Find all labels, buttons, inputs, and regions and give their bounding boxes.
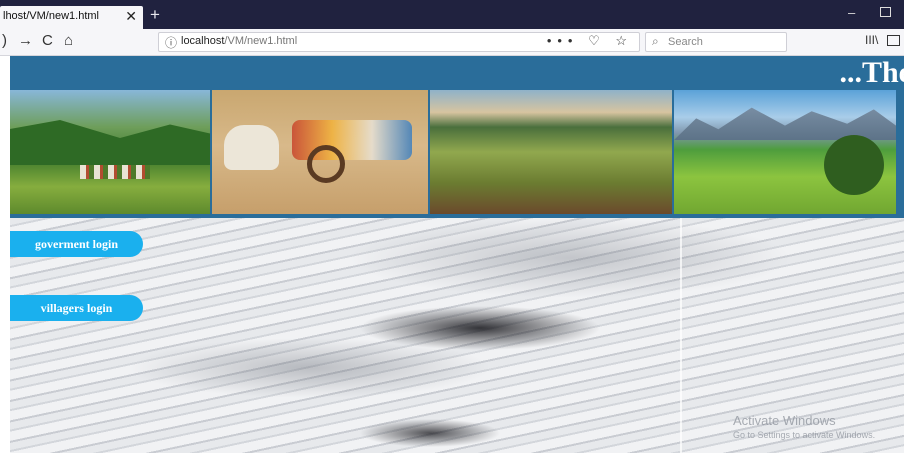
- page-content: ...The goverment login villagers login A…: [10, 56, 904, 453]
- url-path: /VM/new1.html: [224, 35, 298, 47]
- watermark-title: Activate Windows: [733, 413, 836, 428]
- browser-tab[interactable]: lhost/VM/new1.html ✕: [0, 6, 143, 29]
- ox-shape: [224, 125, 279, 170]
- background-seam: [680, 218, 682, 453]
- new-tab-icon[interactable]: +: [150, 5, 160, 25]
- minimize-icon[interactable]: –: [848, 5, 855, 20]
- government-login-button[interactable]: goverment login: [10, 231, 143, 257]
- alpine-meadow-photo: [674, 90, 896, 214]
- activate-windows-watermark: Activate Windows Go to Settings to activ…: [733, 413, 875, 440]
- page-heading: ...The: [839, 56, 904, 89]
- mountain-village-photo: [10, 90, 210, 214]
- hill-shape: [10, 120, 210, 165]
- url-text[interactable]: localhost/VM/new1.html: [181, 35, 297, 47]
- browser-navbar: ) → C ⌂ ⓘ localhost/VM/new1.html ••• ♡ ☆…: [0, 29, 904, 56]
- bullock-cart-photo: [212, 90, 428, 214]
- url-bar[interactable]: ⓘ localhost/VM/new1.html ••• ♡ ☆: [158, 32, 640, 52]
- search-placeholder: Search: [668, 36, 703, 48]
- villagers-login-button[interactable]: villagers login: [10, 295, 143, 321]
- url-host: localhost: [181, 35, 225, 47]
- close-tab-icon[interactable]: ✕: [125, 8, 137, 25]
- search-field[interactable]: ⌕ Search: [645, 32, 787, 52]
- forward-icon[interactable]: →: [18, 32, 33, 49]
- sidebar-icon[interactable]: [887, 35, 900, 46]
- search-icon: ⌕: [652, 34, 659, 48]
- library-icon[interactable]: III\: [865, 33, 878, 47]
- watermark-subtitle: Go to Settings to activate Windows.: [733, 430, 876, 440]
- page-actions-icons[interactable]: ••• ♡ ☆: [547, 33, 633, 49]
- home-icon[interactable]: ⌂: [64, 32, 73, 49]
- cart-wheel: [307, 145, 345, 183]
- tree-shape: [824, 135, 884, 195]
- info-icon[interactable]: ⓘ: [165, 34, 177, 51]
- brushstroke-background: goverment login villagers login Activate…: [10, 218, 904, 453]
- restore-window-icon[interactable]: [880, 7, 891, 17]
- valley-fields-photo: [430, 90, 672, 214]
- tab-title: lhost/VM/new1.html: [3, 10, 99, 22]
- browser-titlebar: lhost/VM/new1.html ✕ + –: [0, 0, 904, 29]
- reload-icon[interactable]: C: [42, 32, 53, 49]
- mountain-range: [674, 107, 896, 140]
- back-partial-icon[interactable]: ): [2, 32, 7, 49]
- village-houses: [80, 165, 150, 179]
